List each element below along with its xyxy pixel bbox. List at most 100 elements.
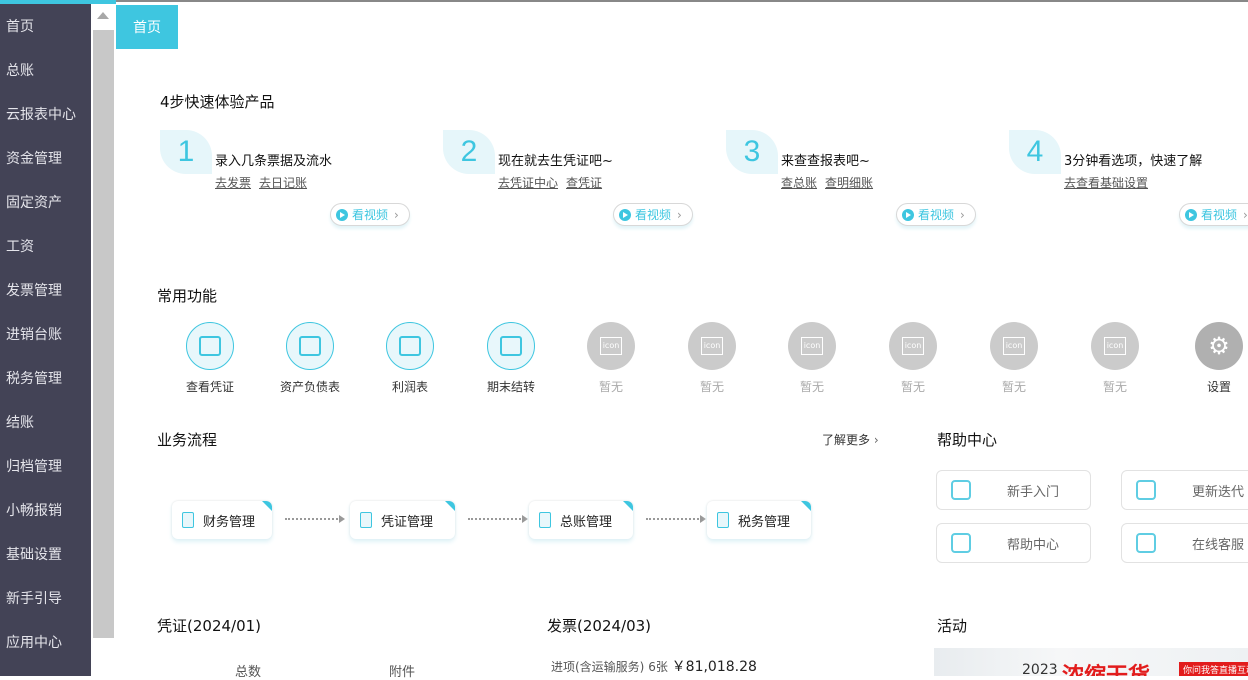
- banner-tag: 你问我答直播互动: [1179, 662, 1248, 676]
- invoice-input-line: 进项(含运输服务) 6张 ￥81,018.28: [551, 656, 757, 676]
- placeholder-icon: icon: [587, 322, 635, 370]
- process-icon: [717, 512, 729, 528]
- sidebar-item[interactable]: 工资: [6, 236, 34, 256]
- scrollbar-thumb[interactable]: [93, 30, 114, 638]
- process-step[interactable]: 总账管理: [529, 501, 633, 539]
- headset-icon: [1136, 533, 1156, 553]
- function-label: 暂无: [699, 380, 724, 394]
- step-link[interactable]: 查总账: [781, 176, 817, 190]
- function-settings[interactable]: ⚙ 设置: [1179, 322, 1248, 395]
- process-label: 财务管理: [203, 514, 256, 530]
- help-card[interactable]: 更新迭代: [1121, 470, 1248, 510]
- sidebar-item[interactable]: 云报表中心: [6, 104, 76, 124]
- process-icon: [182, 512, 194, 528]
- learn-more-link[interactable]: 了解更多 ›: [822, 431, 879, 448]
- process-icon: [539, 512, 551, 528]
- placeholder-icon: icon: [688, 322, 736, 370]
- function-label: 暂无: [1001, 380, 1026, 394]
- step-number: 3: [726, 130, 778, 174]
- function-item[interactable]: 期末结转: [471, 322, 551, 395]
- sidebar-item[interactable]: 基础设置: [6, 544, 62, 564]
- video-label: 看视频: [918, 208, 955, 222]
- sidebar-item[interactable]: 进销台账: [6, 324, 62, 344]
- function-label: 暂无: [1102, 380, 1127, 394]
- voucher-total-header: 总数: [235, 665, 262, 680]
- step-link[interactable]: 查凭证: [566, 176, 602, 190]
- process-step[interactable]: 凭证管理: [350, 501, 455, 539]
- arrow-right-icon: [468, 515, 528, 523]
- watch-video-button[interactable]: 看视频 ›: [896, 203, 976, 226]
- help-card[interactable]: 帮助中心: [936, 523, 1091, 563]
- sidebar-item[interactable]: 税务管理: [6, 368, 62, 388]
- placeholder-text: icon: [1003, 337, 1025, 355]
- function-label: 查看凭证: [185, 380, 234, 394]
- voucher-title: 凭证(2024/01): [157, 617, 262, 635]
- arrow-right-icon: [646, 515, 706, 523]
- sidebar-item[interactable]: 固定资产: [6, 192, 62, 212]
- function-item[interactable]: 利润表: [370, 322, 450, 395]
- sidebar-item[interactable]: 总账: [6, 60, 34, 80]
- activity-banner[interactable]: 2023 浓缩干货 你问我答直播互动: [934, 648, 1248, 676]
- help-label: 在线客服: [1192, 537, 1245, 553]
- play-icon: [902, 208, 914, 221]
- step-link[interactable]: 查明细账: [825, 176, 873, 190]
- step-number: 4: [1009, 130, 1061, 174]
- watch-video-button[interactable]: 看视频 ›: [330, 203, 410, 226]
- sidebar-item[interactable]: 新手引导: [6, 588, 62, 608]
- voucher-search-icon: [186, 322, 234, 370]
- help-card[interactable]: 在线客服: [1121, 523, 1248, 563]
- help-card[interactable]: 新手入门: [936, 470, 1091, 510]
- step-link[interactable]: 去凭证中心: [498, 176, 558, 190]
- help-title: 帮助中心: [937, 431, 998, 449]
- sidebar-item[interactable]: 结账: [6, 412, 34, 432]
- gear-icon: ⚙: [1195, 322, 1243, 370]
- chevron-right-icon: ›: [1243, 207, 1248, 222]
- step-link[interactable]: 去发票: [215, 176, 251, 190]
- function-item[interactable]: 查看凭证: [170, 322, 250, 395]
- function-label: 暂无: [598, 380, 623, 394]
- watch-video-button[interactable]: 看视频 ›: [1179, 203, 1248, 226]
- document-icon: [951, 533, 971, 553]
- function-item[interactable]: icon 暂无: [672, 322, 752, 395]
- balance-sheet-icon: [286, 322, 334, 370]
- help-label: 新手入门: [1007, 484, 1060, 500]
- function-item[interactable]: icon 暂无: [571, 322, 651, 395]
- chevron-right-icon: ›: [394, 207, 399, 222]
- sidebar-item[interactable]: 小畅报销: [6, 500, 62, 520]
- function-item[interactable]: icon 暂无: [772, 322, 852, 395]
- process-step[interactable]: 财务管理: [172, 501, 272, 539]
- process-step[interactable]: 税务管理: [707, 501, 811, 539]
- chevron-right-icon: ›: [960, 207, 965, 222]
- banner-year: 2023: [1022, 662, 1058, 676]
- sidebar-item[interactable]: 首页: [6, 16, 34, 36]
- sidebar-item[interactable]: 归档管理: [6, 456, 62, 476]
- placeholder-icon: icon: [788, 322, 836, 370]
- function-item[interactable]: icon 暂无: [974, 322, 1054, 395]
- period-close-icon: [487, 322, 535, 370]
- invoice-line-count: 6张: [648, 660, 668, 674]
- activity-title: 活动: [937, 617, 968, 635]
- placeholder-icon: icon: [1091, 322, 1139, 370]
- voucher-attachment-header: 附件: [389, 665, 416, 680]
- corner-marker-icon: [801, 501, 811, 511]
- function-item[interactable]: 资产负债表: [270, 322, 350, 395]
- function-label: 设置: [1206, 380, 1231, 394]
- process-label: 总账管理: [560, 514, 613, 530]
- step-title: 录入几条票据及流水: [215, 154, 333, 169]
- sidebar-item[interactable]: 发票管理: [6, 280, 62, 300]
- placeholder-text: icon: [801, 337, 823, 355]
- process-label: 凭证管理: [381, 514, 434, 530]
- sidebar-item[interactable]: 应用中心: [6, 632, 62, 652]
- tab-home[interactable]: 首页: [116, 5, 178, 49]
- step-link[interactable]: 去日记账: [259, 176, 307, 190]
- scroll-up-arrow-icon[interactable]: [97, 12, 109, 19]
- function-item[interactable]: icon 暂无: [873, 322, 953, 395]
- step-number: 1: [160, 130, 212, 174]
- sidebar-item[interactable]: 资金管理: [6, 148, 62, 168]
- function-label: 资产负债表: [279, 380, 340, 394]
- function-label: 暂无: [900, 380, 925, 394]
- function-item[interactable]: icon 暂无: [1075, 322, 1155, 395]
- placeholder-icon: icon: [889, 322, 937, 370]
- step-link[interactable]: 去查看基础设置: [1064, 176, 1148, 190]
- watch-video-button[interactable]: 看视频 ›: [613, 203, 693, 226]
